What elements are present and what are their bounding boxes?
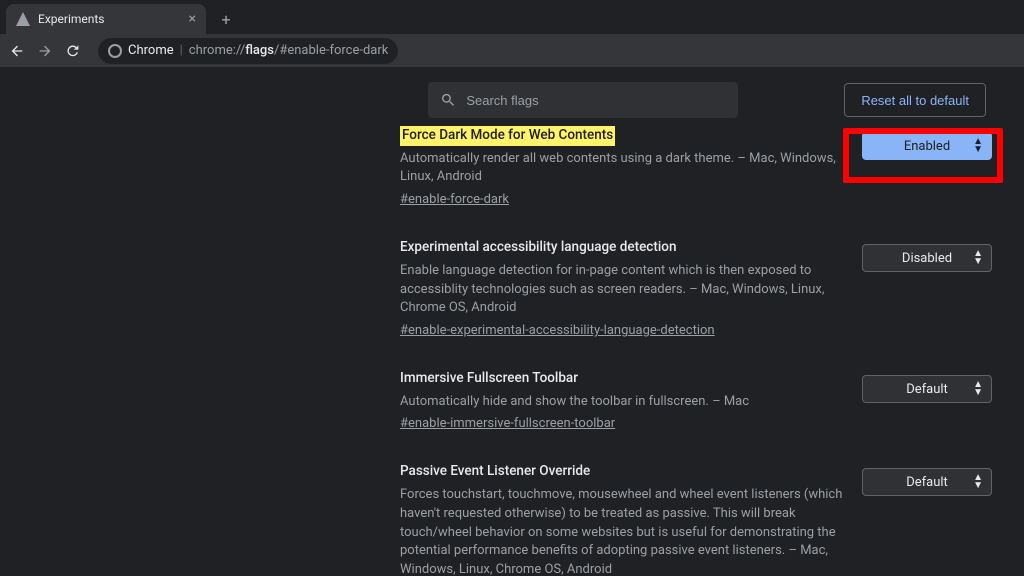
flags-list: Force Dark Mode for Web Contents Automati… [400, 126, 1002, 576]
flag-row: Experimental accessibility language dete… [400, 238, 1002, 341]
flag-dropdown[interactable]: Enabled ▲▼ [862, 132, 992, 160]
reload-button[interactable] [64, 42, 82, 60]
search-box[interactable] [428, 82, 738, 118]
flag-dropdown-wrap: Default ▲▼ [862, 462, 1002, 576]
flag-title-row: Experimental accessibility language dete… [400, 238, 844, 258]
flag-hash-link[interactable]: #enable-experimental-accessibility-langu… [400, 323, 715, 338]
chevron-updown-icon: ▲▼ [973, 474, 983, 490]
close-icon[interactable]: × [189, 11, 196, 27]
flask-icon [16, 12, 30, 26]
forward-button[interactable] [36, 42, 54, 60]
flags-header: Reset all to default [400, 68, 1014, 130]
back-button[interactable] [8, 42, 26, 60]
flag-title: Immersive Fullscreen Toolbar [400, 369, 578, 389]
address-bar[interactable]: Chrome | chrome://flags/#enable-force-da… [98, 38, 398, 64]
flag-dropdown-wrap: Default ▲▼ [862, 369, 1002, 434]
omnibox-label: Chrome [128, 43, 174, 58]
flag-text: Force Dark Mode for Web Contents Automati… [400, 126, 844, 210]
flag-title: Force Dark Mode for Web Contents [400, 126, 615, 146]
flag-dropdown-wrap: Enabled ▲▼ [862, 126, 1002, 210]
flag-description: Automatically hide and show the toolbar … [400, 393, 844, 412]
dropdown-label: Default [906, 475, 948, 490]
browser-toolbar: Chrome | chrome://flags/#enable-force-da… [0, 34, 1024, 68]
flag-title: Passive Event Listener Override [400, 462, 590, 482]
dropdown-label: Default [906, 382, 948, 397]
omnibox-separator: | [180, 43, 183, 58]
flag-title-row: Immersive Fullscreen Toolbar [400, 369, 844, 389]
page-content: Reset all to default Force Dark Mode for… [0, 68, 1024, 576]
chevron-updown-icon: ▲▼ [973, 381, 983, 397]
browser-tab[interactable]: Experiments × [6, 4, 206, 34]
search-input[interactable] [466, 93, 726, 108]
tab-title: Experiments [38, 12, 181, 26]
flag-dropdown[interactable]: Disabled ▲▼ [862, 244, 992, 272]
flag-text: Immersive Fullscreen Toolbar Automaticall… [400, 369, 844, 434]
flag-dropdown[interactable]: Default ▲▼ [862, 468, 992, 496]
dropdown-label: Enabled [904, 139, 950, 154]
flag-row: Force Dark Mode for Web Contents Automati… [400, 126, 1002, 210]
chevron-updown-icon: ▲▼ [973, 250, 983, 266]
chrome-icon [108, 44, 122, 58]
tab-strip: Experiments × + [0, 0, 1024, 34]
search-icon [440, 91, 456, 109]
flag-row: Immersive Fullscreen Toolbar Automaticall… [400, 369, 1002, 434]
new-tab-button[interactable]: + [212, 5, 240, 33]
flag-title: Experimental accessibility language dete… [400, 238, 676, 258]
flag-row: Passive Event Listener Override Forces to… [400, 462, 1002, 576]
flag-dropdown-wrap: Disabled ▲▼ [862, 238, 1002, 341]
arrow-right-icon [37, 43, 53, 59]
chevron-updown-icon: ▲▼ [973, 138, 983, 154]
dropdown-label: Disabled [902, 251, 952, 266]
omnibox-url: chrome://flags/#enable-force-dark [189, 43, 389, 58]
flag-description: Forces touchstart, touchmove, mousewheel… [400, 486, 844, 576]
flag-text: Passive Event Listener Override Forces to… [400, 462, 844, 576]
flag-title-row: Passive Event Listener Override [400, 462, 844, 482]
flag-description: Enable language detection for in-page co… [400, 262, 844, 319]
flag-description: Automatically render all web contents us… [400, 150, 844, 188]
flag-text: Experimental accessibility language dete… [400, 238, 844, 341]
reset-all-button[interactable]: Reset all to default [844, 83, 986, 117]
flag-hash-link[interactable]: #enable-immersive-fullscreen-toolbar [400, 416, 615, 431]
arrow-left-icon [9, 43, 25, 59]
reload-icon [65, 43, 81, 59]
flag-hash-link[interactable]: #enable-force-dark [400, 192, 509, 207]
flag-dropdown[interactable]: Default ▲▼ [862, 375, 992, 403]
flag-title-row: Force Dark Mode for Web Contents [400, 126, 844, 146]
